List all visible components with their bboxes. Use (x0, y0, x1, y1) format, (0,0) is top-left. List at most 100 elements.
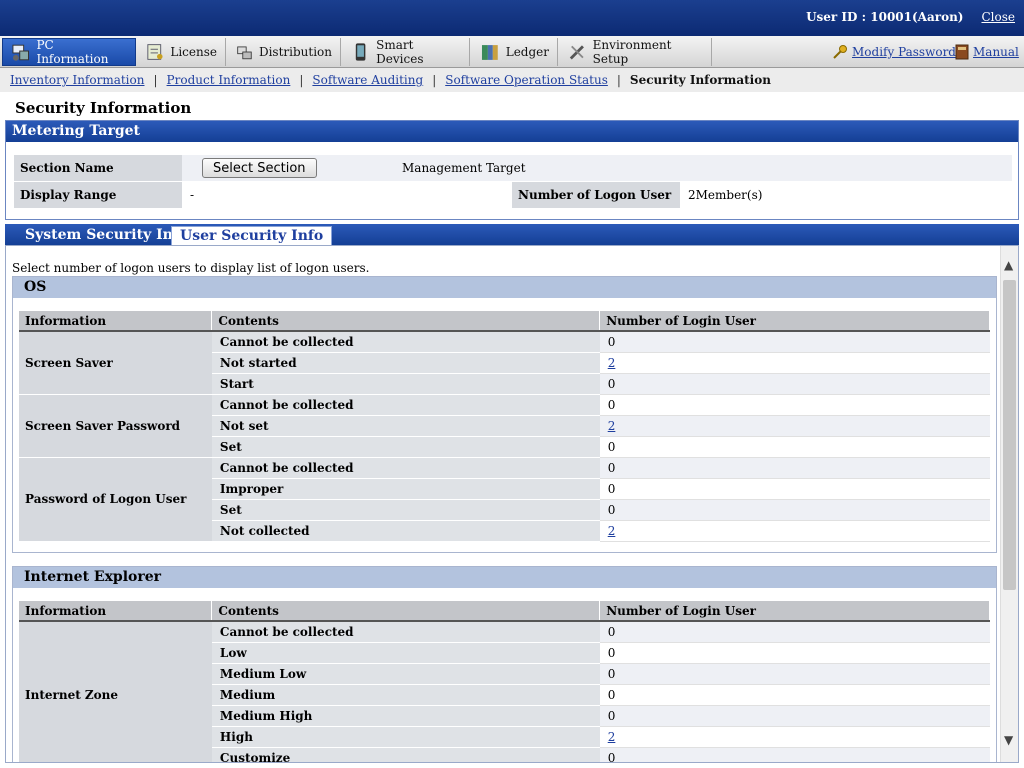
column-contents: Contents (211, 601, 601, 622)
contents-cell: High (211, 726, 600, 748)
subnav-software-operation-status[interactable]: Software Operation Status (445, 73, 608, 87)
contents-cell: Customize (211, 747, 600, 762)
section-name-label: Section Name (14, 155, 182, 181)
login-user-count-link[interactable]: 2 (608, 356, 616, 370)
contents-cell: Medium (211, 684, 600, 706)
tab-user-security-info[interactable]: User Security Info (171, 226, 333, 245)
key-icon (833, 45, 847, 59)
count-cell: 0 (599, 394, 990, 416)
tab-smart-devices[interactable]: Smart Devices (343, 38, 470, 66)
close-link[interactable]: Close (981, 10, 1015, 24)
metering-target-title: Metering Target (6, 121, 1018, 142)
distribution-icon (237, 46, 252, 60)
smart-device-icon (355, 43, 366, 61)
logon-user-label: Number of Logon User (512, 182, 680, 208)
subnav-security-information: Security Information (629, 73, 771, 87)
info-cell: Screen Saver (19, 331, 212, 395)
scrollbar-thumb[interactable] (1003, 280, 1016, 590)
book-icon (955, 44, 969, 60)
security-content: Select number of logon users to display … (5, 245, 1019, 763)
info-cell: Internet Zone (19, 621, 212, 762)
subnav-software-auditing[interactable]: Software Auditing (312, 73, 423, 87)
display-range-row: Display Range - Number of Logon User 2Me… (14, 182, 1012, 208)
modify-password-link[interactable]: Modify Password (832, 44, 956, 60)
login-user-count-link[interactable]: 2 (608, 419, 616, 433)
count-cell: 0 (599, 663, 990, 685)
scroll-up-icon[interactable]: ▲ (1004, 258, 1013, 272)
contents-cell: Improper (211, 478, 600, 500)
display-range-label: Display Range (14, 182, 182, 208)
column-contents: Contents (211, 311, 601, 332)
count-cell: 0 (599, 478, 990, 500)
ie-section-title: Internet Explorer (13, 567, 996, 588)
info-cell: Screen Saver Password (19, 394, 212, 458)
column-information: Information (19, 311, 213, 332)
table-row: Password of Logon User Cannot be collecte… (19, 457, 990, 542)
tab-pc-information[interactable]: PC Information (2, 38, 136, 66)
subnav-inventory-information[interactable]: Inventory Information (10, 73, 144, 87)
os-table: Information Contents Number of Login Use… (19, 311, 990, 542)
display-range-value: - (190, 188, 195, 202)
contents-cell: Not started (211, 352, 600, 374)
count-cell: 2 (599, 726, 990, 748)
count-cell: 0 (599, 373, 990, 395)
count-cell: 0 (599, 705, 990, 727)
tools-icon (569, 45, 584, 60)
contents-cell: Low (211, 642, 600, 664)
tab-system-security-info[interactable]: System Security Info (17, 226, 196, 245)
contents-cell: Start (211, 373, 600, 395)
count-cell: 2 (599, 352, 990, 374)
column-number-of-login-user: Number of Login User (599, 601, 990, 622)
metering-target-panel: Metering Target Section Name Select Sect… (5, 120, 1019, 220)
os-section: OS Information Contents Number of Login … (12, 276, 997, 553)
count-cell: 0 (599, 642, 990, 664)
login-user-count-link[interactable]: 2 (608, 730, 616, 744)
contents-cell: Cannot be collected (211, 621, 600, 643)
column-number-of-login-user: Number of Login User (599, 311, 990, 332)
count-cell: 0 (599, 621, 990, 643)
count-cell: 0 (599, 457, 990, 479)
manual-link[interactable]: Manual (955, 44, 1019, 60)
count-cell: 2 (599, 520, 990, 542)
section-name-row: Section Name Select Section Management T… (14, 155, 1012, 181)
contents-cell: Cannot be collected (211, 394, 600, 416)
main-tabbar: PC Information License Distribution Smar… (0, 36, 1024, 68)
security-subtabs: System Security Info User Security Info (5, 224, 1019, 245)
table-row: Internet Zone Cannot be collected 0 (19, 621, 990, 762)
hint-text: Select number of logon users to display … (12, 261, 370, 275)
contents-cell: Cannot be collected (211, 331, 600, 353)
license-icon (147, 44, 163, 60)
ie-table: Information Contents Number of Login Use… (19, 601, 990, 762)
app-header: User ID : 10001(Aaron) Close (0, 0, 1024, 36)
column-information: Information (19, 601, 213, 622)
ledger-icon (481, 45, 498, 60)
contents-cell: Set (211, 436, 600, 458)
os-section-title: OS (13, 277, 996, 298)
tab-ledger[interactable]: Ledger (472, 38, 558, 66)
contents-cell: Not collected (211, 520, 600, 542)
subnav-product-information[interactable]: Product Information (167, 73, 291, 87)
tab-distribution[interactable]: Distribution (228, 38, 341, 66)
contents-cell: Not set (211, 415, 600, 437)
page-title: Security Information (15, 99, 192, 117)
scroll-down-icon[interactable]: ▼ (1004, 733, 1013, 747)
count-cell: 0 (599, 331, 990, 353)
count-cell: 0 (599, 747, 990, 762)
select-section-button[interactable]: Select Section (202, 158, 317, 178)
count-cell: 0 (599, 684, 990, 706)
contents-cell: Medium Low (211, 663, 600, 685)
tab-license[interactable]: License (138, 38, 226, 66)
tab-environment-setup[interactable]: Environment Setup (560, 38, 712, 66)
ie-section: Internet Explorer Information Contents N… (12, 566, 997, 762)
table-row: Screen Saver Cannot be collected 0 (19, 331, 990, 395)
login-user-count-link[interactable]: 2 (608, 524, 616, 538)
management-target-text: Management Target (402, 161, 526, 175)
count-cell: 0 (599, 436, 990, 458)
logon-user-value: 2Member(s) (688, 188, 763, 202)
vertical-scrollbar[interactable]: ▲ ▼ (1000, 246, 1018, 762)
contents-cell: Set (211, 499, 600, 521)
user-info: User ID : 10001(Aaron) Close (806, 10, 1015, 24)
user-id-label: User ID : 10001(Aaron) (806, 10, 964, 24)
sub-navigation: Inventory Information | Product Informati… (0, 68, 1024, 92)
table-row: Screen Saver Password Cannot be collected… (19, 394, 990, 458)
